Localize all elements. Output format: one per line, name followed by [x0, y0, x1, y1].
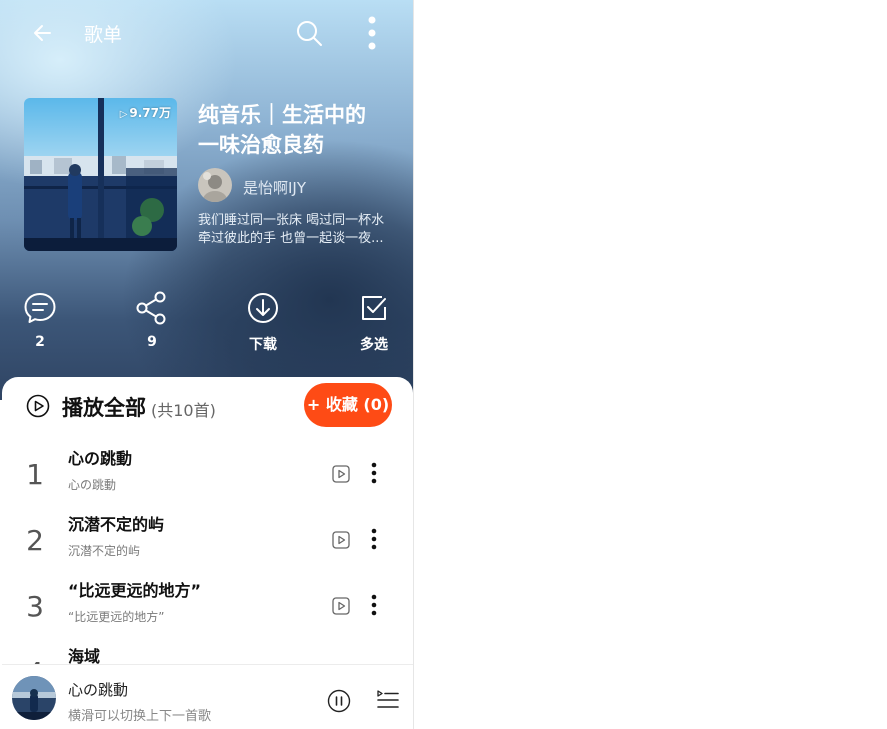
- more-vertical-icon: [371, 594, 377, 616]
- now-playing-title: 心の跳動: [68, 681, 129, 699]
- play-circle-icon: [26, 394, 50, 418]
- playlist-cover[interactable]: ▷ 9.77万: [24, 98, 177, 251]
- mv-button[interactable]: [332, 465, 350, 483]
- playlist-title: 纯音乐｜生活中的 一味治愈良药: [198, 100, 398, 160]
- playlist-title-line-1: 纯音乐｜生活中的: [198, 103, 366, 127]
- more-vertical-icon: [371, 462, 377, 484]
- song-number: 3: [26, 590, 44, 623]
- playlist-icon: [377, 690, 399, 708]
- description-line-2: 牵过彼此的手 也曾一起谈一夜...: [198, 231, 384, 246]
- top-bar: 歌单: [0, 0, 413, 66]
- search-icon: [297, 21, 322, 46]
- share-icon: [136, 291, 166, 325]
- multi-select-button[interactable]: 多选: [344, 290, 404, 354]
- play-all-button[interactable]: [26, 394, 50, 418]
- play-all-label[interactable]: 播放全部: [62, 392, 146, 422]
- song-row[interactable]: 1 心の跳動 心の跳動: [2, 444, 413, 510]
- now-playing-artwork: [12, 676, 56, 720]
- creator-avatar[interactable]: [198, 168, 232, 202]
- video-play-icon: [332, 465, 350, 483]
- description-line-1: 我们睡过同一张床 喝过同一杯水: [198, 213, 385, 228]
- share-count: 9: [147, 334, 157, 350]
- song-list-panel: 播放全部 (共10首) + 收藏 (0) 1 心の跳動 心の跳動 2 沉潜不定的…: [2, 377, 413, 689]
- more-vertical-icon: [371, 528, 377, 550]
- playlist-header-background: 歌单 ▷ 9.77万 纯音乐｜生活中的 一味治愈良药 是怡啊IJY 我们睡过同一…: [0, 0, 413, 400]
- phone-screen: 歌单 ▷ 9.77万 纯音乐｜生活中的 一味治愈良药 是怡啊IJY 我们睡过同一…: [0, 0, 414, 729]
- download-label: 下载: [249, 337, 277, 353]
- download-icon: [248, 293, 278, 323]
- swipe-hint: 横滑可以切换上下一首歌: [68, 709, 212, 724]
- creator-name[interactable]: 是怡啊IJY: [243, 177, 306, 198]
- song-title: “比远更远的地方”: [68, 581, 202, 600]
- collect-button[interactable]: + 收藏 (0): [304, 383, 392, 427]
- back-button[interactable]: [28, 18, 58, 48]
- arrow-left-icon: [34, 25, 51, 41]
- song-title: 心の跳動: [68, 449, 133, 468]
- play-count-icon: ▷: [119, 109, 128, 120]
- mini-player[interactable]: 心の跳動 横滑可以切换上下一首歌: [2, 664, 413, 729]
- video-play-icon: [332, 597, 350, 615]
- playlist-button[interactable]: [377, 689, 399, 711]
- download-button[interactable]: 下载: [233, 290, 293, 354]
- song-row[interactable]: 3 “比远更远的地方” “比远更远的地方”: [2, 576, 413, 642]
- pause-button[interactable]: [327, 689, 351, 713]
- share-button[interactable]: 9: [122, 290, 182, 350]
- play-count: ▷ 9.77万: [120, 104, 171, 121]
- song-number: 1: [26, 458, 44, 491]
- more-vertical-icon: [368, 16, 376, 50]
- song-title: 沉潜不定的屿: [68, 515, 165, 534]
- song-more-button[interactable]: [366, 527, 382, 551]
- multi-select-label: 多选: [360, 337, 388, 353]
- pause-icon: [327, 689, 351, 713]
- page-title: 歌单: [84, 24, 123, 46]
- comment-button[interactable]: 2: [10, 290, 70, 350]
- comment-icon: [24, 293, 56, 323]
- playlist-title-line-2: 一味治愈良药: [198, 133, 324, 157]
- comment-count: 2: [35, 334, 45, 350]
- video-play-icon: [332, 531, 350, 549]
- now-playing-cover[interactable]: [12, 676, 56, 720]
- song-more-button[interactable]: [366, 461, 382, 485]
- more-button[interactable]: [360, 14, 384, 52]
- song-artist: 心の跳動: [68, 478, 117, 492]
- song-number: 2: [26, 524, 44, 557]
- avatar-image: [198, 168, 232, 202]
- song-row[interactable]: 2 沉潜不定的屿 沉潜不定的屿: [2, 510, 413, 576]
- mv-button[interactable]: [332, 597, 350, 615]
- multi-select-icon: [362, 296, 386, 320]
- playlist-description[interactable]: 我们睡过同一张床 喝过同一杯水 牵过彼此的手 也曾一起谈一夜...: [198, 212, 394, 248]
- mv-button[interactable]: [332, 531, 350, 549]
- play-count-value: 9.77万: [129, 106, 171, 120]
- song-count: (共10首): [151, 401, 216, 420]
- search-button[interactable]: [293, 17, 325, 49]
- song-more-button[interactable]: [366, 593, 382, 617]
- song-artist: 沉潜不定的屿: [68, 544, 141, 558]
- song-artist: “比远更远的地方”: [68, 610, 165, 624]
